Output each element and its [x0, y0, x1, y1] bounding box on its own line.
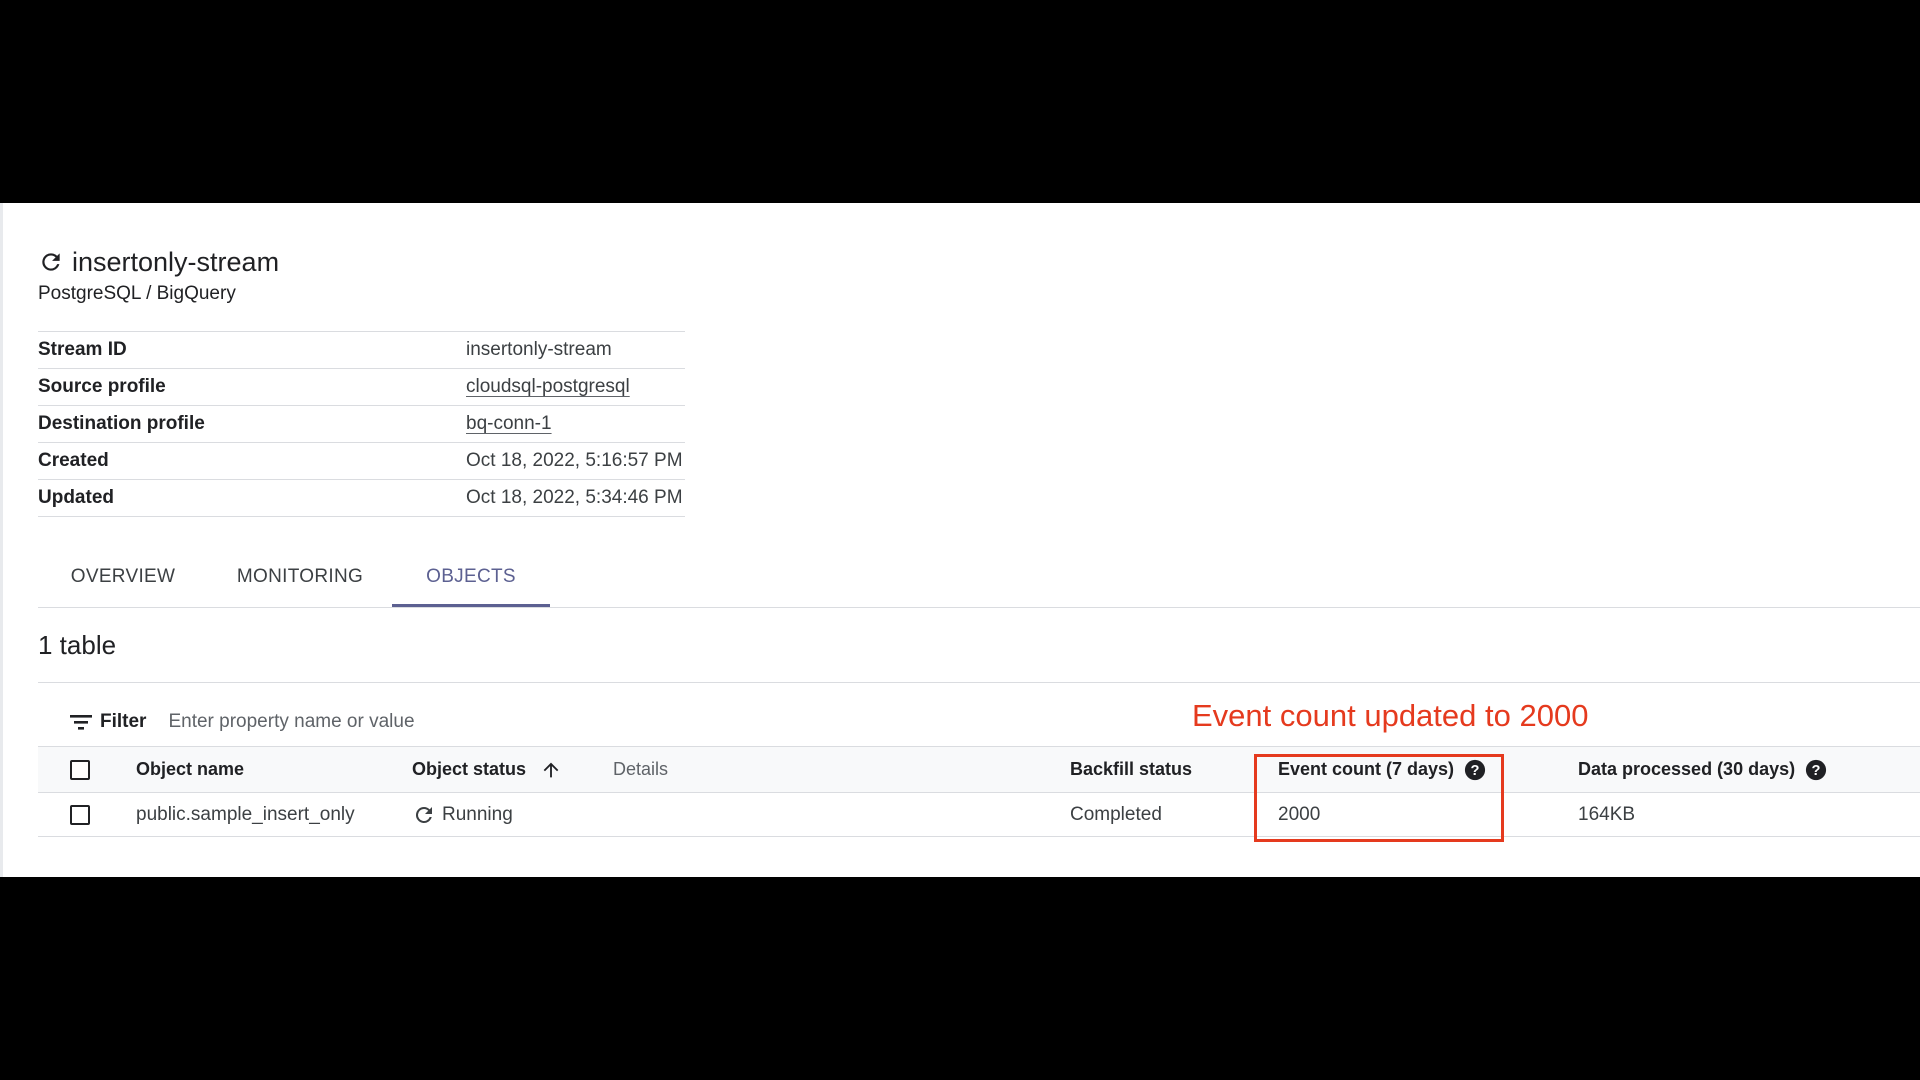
table-count-heading: 1 table — [38, 630, 117, 660]
divider — [38, 682, 1920, 683]
filter-input[interactable] — [166, 710, 691, 734]
tab-monitoring[interactable]: MONITORING — [208, 547, 392, 607]
property-key: Source profile — [38, 376, 166, 397]
column-header-backfill-status[interactable]: Backfill status — [1070, 747, 1192, 792]
column-header-label: Data processed (30 days) — [1578, 759, 1796, 779]
property-row-updated: Updated Oct 18, 2022, 5:34:46 PM — [38, 480, 685, 517]
tab-objects[interactable]: OBJECTS — [392, 547, 550, 607]
table-row: public.sample_insert_only Running Comple… — [38, 793, 1920, 837]
property-row-destination-profile: Destination profile bq-conn-1 — [38, 406, 685, 443]
stream-properties-table: Stream ID insertonly-stream Source profi… — [38, 331, 685, 517]
property-value: Oct 18, 2022, 5:34:46 PM — [466, 487, 683, 508]
annotation-highlight-box — [1254, 754, 1504, 842]
stream-details-panel: insertonly-stream PostgreSQL / BigQuery … — [0, 203, 1920, 877]
column-header-data-processed[interactable]: Data processed (30 days) ? — [1578, 747, 1827, 792]
row-checkbox[interactable] — [70, 804, 90, 825]
destination-profile-link[interactable]: bq-conn-1 — [466, 413, 552, 435]
filter-label[interactable]: Filter — [100, 711, 146, 733]
tab-overview[interactable]: OVERVIEW — [38, 547, 208, 607]
source-profile-link[interactable]: cloudsql-postgresql — [466, 376, 630, 398]
object-status-text: Running — [442, 803, 513, 825]
stream-subtitle: PostgreSQL / BigQuery — [38, 283, 236, 304]
annotation-text: Event count updated to 2000 — [1192, 698, 1589, 733]
property-row-created: Created Oct 18, 2022, 5:16:57 PM — [38, 443, 685, 480]
stream-title: insertonly-stream — [72, 246, 280, 277]
select-all-cell — [70, 747, 90, 792]
column-header-object-name[interactable]: Object name — [136, 747, 244, 792]
property-key: Created — [38, 450, 109, 471]
property-value: insertonly-stream — [466, 339, 612, 360]
object-name-cell: public.sample_insert_only — [136, 803, 355, 825]
property-key: Updated — [38, 487, 114, 508]
column-header-object-status[interactable]: Object status — [412, 747, 562, 792]
refresh-icon — [38, 249, 64, 275]
property-key: Destination profile — [38, 413, 205, 434]
filter-bar: Filter — [68, 702, 691, 742]
property-row-source-profile: Source profile cloudsql-postgresql — [38, 369, 685, 406]
svg-text:?: ? — [1812, 763, 1821, 779]
help-icon[interactable]: ? — [1805, 759, 1827, 781]
column-header-details: Details — [613, 759, 669, 779]
property-row-stream-id: Stream ID insertonly-stream — [38, 332, 685, 369]
filter-list-icon[interactable] — [68, 711, 94, 733]
objects-table: Object name Object status Details Backfi… — [38, 746, 1920, 837]
property-value: Oct 18, 2022, 5:16:57 PM — [466, 450, 683, 471]
property-key: Stream ID — [38, 339, 127, 360]
panel-edge — [0, 203, 3, 877]
backfill-status-cell: Completed — [1070, 803, 1162, 825]
column-header-label: Object status — [412, 759, 527, 779]
arrow-upward-icon[interactable] — [540, 759, 562, 781]
table-header-row: Object name Object status Details Backfi… — [38, 746, 1920, 793]
stream-header: insertonly-stream — [38, 245, 279, 279]
data-processed-cell: 164KB — [1578, 803, 1636, 825]
tab-bar: OVERVIEW MONITORING OBJECTS — [38, 547, 1920, 608]
row-select-cell — [70, 793, 90, 836]
select-all-checkbox[interactable] — [70, 759, 90, 780]
refresh-icon — [412, 803, 436, 827]
object-status-cell: Running — [412, 793, 513, 836]
